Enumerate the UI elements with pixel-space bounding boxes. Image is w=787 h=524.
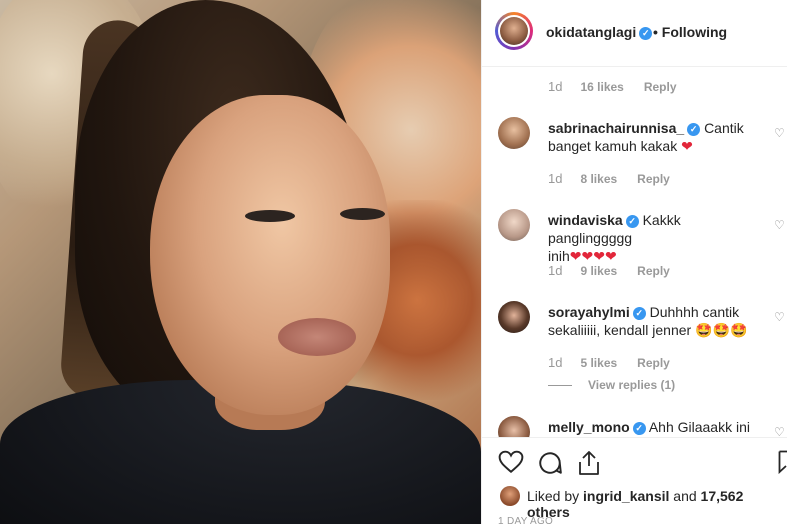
star-eyes-emoji: 🤩🤩🤩 bbox=[695, 322, 748, 338]
post-timestamp: 1 DAY AGO bbox=[498, 516, 554, 524]
comment-meta: 1d 9 likes Reply bbox=[548, 263, 670, 278]
following-button[interactable]: • Following bbox=[653, 24, 727, 40]
action-bar: Liked by ingrid_kansil and 17,562 others… bbox=[482, 437, 787, 524]
comment-meta: 1d 16 likes Reply bbox=[548, 79, 677, 94]
comment-meta: 1d 5 likes Reply bbox=[548, 355, 670, 370]
post-photo[interactable] bbox=[0, 0, 481, 524]
verified-badge-icon: ✓ bbox=[625, 214, 639, 228]
verified-badge-icon: ✓ bbox=[687, 122, 701, 136]
commenter-username[interactable]: windaviska bbox=[548, 212, 623, 228]
comment-text: windaviska ✓ Kakkk panglinggggg inih❤❤❤❤ bbox=[548, 212, 681, 264]
like-comment-heart-icon[interactable]: ♡ bbox=[774, 310, 785, 324]
heart-emoji: ❤❤❤❤ bbox=[569, 248, 617, 264]
lips bbox=[278, 318, 356, 356]
heart-emoji: ❤ bbox=[681, 138, 693, 154]
view-replies-button[interactable]: View replies (1) bbox=[548, 378, 675, 392]
verified-badge-icon: ✓ bbox=[639, 26, 653, 40]
author-avatar[interactable] bbox=[495, 12, 533, 50]
liker-username[interactable]: ingrid_kansil bbox=[583, 488, 669, 504]
face bbox=[150, 95, 390, 415]
comments-list[interactable]: 1d 16 likes Reply sabrinachairunnisa_ ✓ Can… bbox=[482, 67, 787, 437]
reply-button[interactable]: Reply bbox=[637, 172, 670, 186]
commenter-username[interactable]: sorayahylmi bbox=[548, 304, 630, 320]
like-comment-heart-icon[interactable]: ♡ bbox=[774, 425, 785, 437]
comment-icon[interactable] bbox=[537, 450, 563, 476]
commenter-avatar[interactable] bbox=[498, 416, 530, 437]
reply-button[interactable]: Reply bbox=[637, 356, 670, 370]
comment-text: melly_mono ✓ Ahh Gilaaakk ini bbox=[548, 419, 750, 435]
post-sidebar: okidatanglagi ✓ • Following 1d 16 likes Rep… bbox=[481, 0, 787, 524]
commenter-username[interactable]: melly_mono bbox=[548, 419, 630, 435]
verified-badge-icon: ✓ bbox=[632, 306, 646, 320]
commenter-username[interactable]: sabrinachairunnisa_ bbox=[548, 120, 684, 136]
comment-likes[interactable]: 5 likes bbox=[580, 356, 617, 370]
comment-text: sorayahylmi ✓ Duhhhh cantik sekaliiiii, k… bbox=[548, 304, 748, 338]
author-username[interactable]: okidatanglagi ✓ bbox=[546, 24, 653, 40]
likes-summary: Liked by ingrid_kansil and 17,562 others bbox=[527, 488, 744, 520]
bookmark-icon[interactable] bbox=[778, 450, 787, 474]
verified-badge-icon: ✓ bbox=[632, 421, 646, 435]
comment-text: sabrinachairunnisa_ ✓ Cantik banget kamuh… bbox=[548, 120, 744, 154]
divider bbox=[548, 385, 572, 387]
eye bbox=[340, 208, 385, 220]
liker-avatar[interactable] bbox=[500, 486, 520, 506]
like-comment-heart-icon[interactable]: ♡ bbox=[774, 218, 785, 232]
comment-likes[interactable]: 16 likes bbox=[580, 80, 623, 94]
reply-button[interactable]: Reply bbox=[644, 80, 677, 94]
like-heart-icon[interactable] bbox=[498, 450, 524, 474]
post-header: okidatanglagi ✓ • Following bbox=[482, 0, 787, 67]
commenter-avatar[interactable] bbox=[498, 117, 530, 149]
comment-likes[interactable]: 8 likes bbox=[580, 172, 617, 186]
reply-button[interactable]: Reply bbox=[637, 264, 670, 278]
commenter-avatar[interactable] bbox=[498, 209, 530, 241]
commenter-avatar[interactable] bbox=[498, 301, 530, 333]
comment-meta: 1d 8 likes Reply bbox=[548, 171, 670, 186]
share-icon[interactable] bbox=[577, 450, 601, 476]
eye bbox=[245, 210, 295, 222]
like-comment-heart-icon[interactable]: ♡ bbox=[774, 126, 785, 140]
comment-likes[interactable]: 9 likes bbox=[580, 264, 617, 278]
